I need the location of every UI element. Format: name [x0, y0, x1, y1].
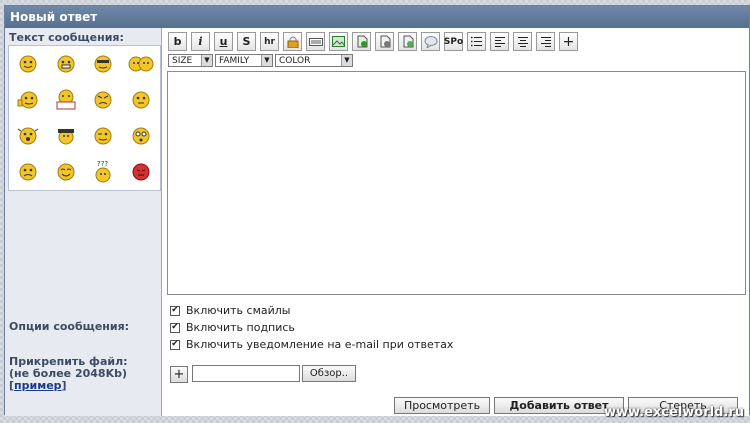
align-right-button[interactable]	[536, 32, 555, 51]
family-select[interactable]: FAMILY ▼	[215, 54, 273, 67]
grin-smile-icon[interactable]	[56, 54, 76, 74]
help-smile-icon[interactable]	[54, 89, 78, 111]
options-cell: ✔ Включить смайлы ✔ Включить подпись ✔ Вклю…	[162, 298, 749, 354]
code-button[interactable]	[306, 32, 325, 51]
chevron-down-icon: ▼	[261, 55, 272, 66]
flash-button[interactable]	[352, 32, 371, 51]
smiles-panel: ???	[8, 45, 161, 191]
spoiler-button[interactable]: SPo	[444, 32, 463, 51]
message-textarea[interactable]	[167, 71, 746, 295]
underline-button[interactable]: u	[214, 32, 233, 51]
bold-button[interactable]: b	[168, 32, 187, 51]
speech-bubble-icon	[424, 35, 437, 48]
align-right-icon	[540, 37, 551, 47]
surprised-smile-icon[interactable]	[16, 125, 40, 147]
sad-smile-icon[interactable]	[18, 162, 38, 182]
audio-icon	[380, 35, 391, 48]
size-select-value: SIZE	[172, 55, 193, 66]
chevron-down-icon: ▼	[201, 55, 212, 66]
wink-smile-icon[interactable]	[93, 126, 113, 146]
italic-button[interactable]: i	[191, 32, 210, 51]
option-notify[interactable]: ✔ Включить уведомление на e-mail при отве…	[170, 338, 453, 351]
editor-cell: b i u S hr SPo + SIZE ▼ FAMILY ▼ COLOR ▼	[162, 28, 749, 298]
keyboard-icon	[308, 37, 323, 46]
color-select-value: COLOR	[279, 55, 311, 66]
image-button[interactable]	[329, 32, 348, 51]
preview-button[interactable]: Просмотреть	[394, 397, 490, 414]
lock-icon	[287, 36, 298, 48]
hat-smile-icon[interactable]	[55, 126, 77, 146]
flash-icon	[357, 35, 368, 48]
smiles-checkbox[interactable]: ✔	[170, 305, 180, 316]
signature-checkbox[interactable]: ✔	[170, 322, 180, 333]
size-select[interactable]: SIZE ▼	[168, 54, 213, 67]
bracket-close: ]	[61, 379, 67, 392]
audio-button[interactable]	[375, 32, 394, 51]
thinking-smile-icon[interactable]	[131, 90, 151, 110]
video-button[interactable]	[398, 32, 417, 51]
option-notify-label: Включить уведомление на e-mail при ответ…	[186, 338, 454, 351]
watermark: www.excelworld.ru	[603, 405, 744, 420]
strike-button[interactable]: S	[237, 32, 256, 51]
family-select-value: FAMILY	[219, 55, 250, 66]
align-left-button[interactable]	[490, 32, 509, 51]
file-path-input[interactable]	[192, 365, 300, 382]
confused-smile-icon[interactable]: ???	[93, 160, 113, 184]
align-left-icon	[494, 37, 505, 47]
attach-label-cell: Прикрепить файл: (не более 2048Kb) [прим…	[5, 354, 162, 394]
add-file-button[interactable]: +	[170, 366, 188, 383]
shocked-smile-icon[interactable]	[131, 126, 151, 146]
happy-smile-icon[interactable]	[56, 162, 76, 182]
red-angry-smile-icon[interactable]	[131, 162, 151, 182]
notify-checkbox[interactable]: ✔	[170, 339, 180, 350]
list-button[interactable]	[467, 32, 486, 51]
chevron-down-icon: ▼	[341, 55, 352, 66]
quote-button[interactable]	[421, 32, 440, 51]
svg-text:???: ???	[97, 160, 108, 168]
hug-smile-icon[interactable]	[127, 54, 155, 74]
hr-button[interactable]: hr	[260, 32, 279, 51]
cool-smile-icon[interactable]	[93, 54, 113, 74]
browse-button[interactable]: Обзор..	[302, 365, 356, 382]
message-label: Текст сообщения:	[9, 31, 124, 44]
attach-label: Прикрепить файл: (не более 2048Kb) [прим…	[9, 356, 128, 392]
options-label: Опции сообщения:	[9, 320, 130, 333]
smile-icon[interactable]	[18, 54, 38, 74]
align-center-button[interactable]	[513, 32, 532, 51]
video-icon	[403, 35, 414, 48]
plus-button[interactable]: +	[559, 32, 578, 51]
font-selects: SIZE ▼ FAMILY ▼ COLOR ▼	[168, 54, 353, 67]
angry-smile-icon[interactable]	[93, 90, 113, 110]
color-select[interactable]: COLOR ▼	[275, 54, 353, 67]
option-signature[interactable]: ✔ Включить подпись	[170, 321, 295, 334]
align-center-icon	[517, 37, 528, 47]
option-signature-label: Включить подпись	[186, 321, 295, 334]
attach-cell: + Обзор..	[162, 354, 749, 394]
message-label-cell: Текст сообщения: ???	[5, 28, 162, 298]
lock-button[interactable]	[283, 32, 302, 51]
options-label-cell: Опции сообщения:	[5, 298, 162, 354]
reply-form: Новый ответ Текст сообщения: ??? b i u S…	[4, 5, 750, 416]
form-title: Новый ответ	[5, 6, 749, 28]
list-icon	[471, 36, 482, 47]
option-smiles-label: Включить смайлы	[186, 304, 291, 317]
option-smiles[interactable]: ✔ Включить смайлы	[170, 304, 290, 317]
image-icon	[332, 36, 345, 47]
editor-toolbar: b i u S hr SPo +	[168, 32, 578, 51]
attach-example: [пример]	[9, 380, 128, 392]
example-link[interactable]: пример	[14, 379, 62, 392]
buttons-left-cell	[5, 394, 162, 416]
thumbs-up-smile-icon[interactable]	[17, 90, 39, 110]
